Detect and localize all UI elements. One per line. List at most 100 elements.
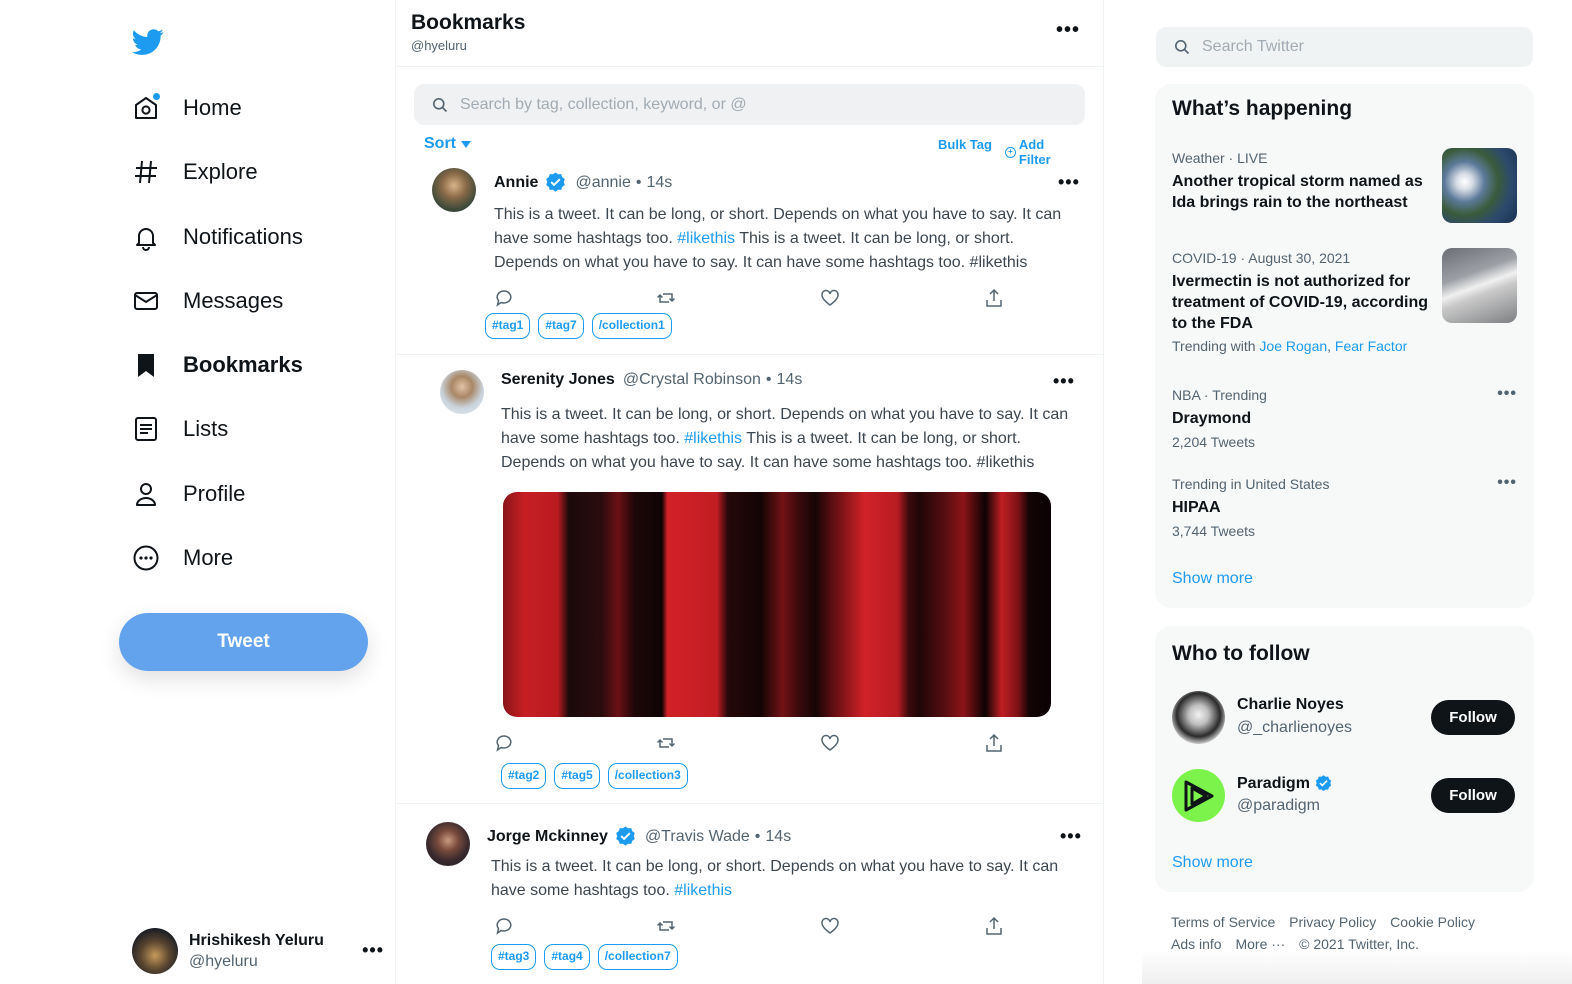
tweet-button[interactable]: Tweet [119, 613, 368, 671]
show-more-trends-link[interactable]: Show more [1172, 570, 1253, 588]
tweet-author-name[interactable]: Serenity Jones [501, 371, 615, 389]
reply-icon[interactable] [494, 288, 514, 308]
tag-chip[interactable]: #tag7 [538, 313, 584, 339]
footer-link[interactable]: Terms of Service [1171, 911, 1275, 933]
tweet-time[interactable]: 14s [765, 828, 791, 846]
tweet-time[interactable]: 14s [646, 174, 672, 192]
trend-item[interactable]: COVID-19 · August 30, 2021 Ivermectin is… [1172, 248, 1517, 362]
nav-messages[interactable]: Messages [132, 281, 283, 321]
tweet-author-avatar[interactable] [432, 168, 476, 212]
retweet-icon[interactable] [656, 916, 676, 936]
bookmark-search-bar[interactable] [414, 84, 1085, 125]
nav-explore[interactable]: Explore [132, 152, 258, 192]
weather-satellite-thumbnail[interactable] [1442, 148, 1517, 223]
nav-home-label: Home [183, 95, 242, 120]
trend-item[interactable]: NBA · Trending Draymond 2,204 Tweets ••• [1172, 385, 1517, 451]
tweet-more-icon[interactable]: ••• [1060, 826, 1082, 847]
trend-link[interactable]: Fear Factor [1335, 338, 1407, 354]
tweet-header: Annie @annie • 14s [494, 171, 672, 194]
paradigm-logo-avatar[interactable] [1172, 769, 1225, 822]
tag-chip[interactable]: #tag4 [544, 944, 590, 970]
bookmark-search-input[interactable] [460, 95, 1060, 114]
tweet-tags: #tag2 #tag5 /collection3 [501, 763, 688, 789]
account-name: Hrishikesh Yeluru [189, 931, 324, 949]
tweet-more-icon[interactable]: ••• [1053, 371, 1075, 392]
trend-title: Ivermectin is not authorized for treatme… [1172, 273, 1429, 332]
sort-dropdown[interactable]: Sort [424, 135, 471, 153]
tweet-handle[interactable]: @annie [575, 174, 630, 192]
suggested-user-handle: @_charlienoyes [1237, 719, 1352, 736]
nav-more[interactable]: More [132, 538, 233, 578]
trend-link[interactable]: Joe Rogan [1259, 338, 1327, 354]
share-icon[interactable] [984, 733, 1004, 753]
trend-more-icon[interactable]: ••• [1497, 474, 1517, 492]
tag-chip[interactable]: #tag3 [491, 944, 537, 970]
twitter-search-bar[interactable] [1156, 27, 1533, 67]
collection-chip[interactable]: /collection7 [597, 944, 678, 970]
like-heart-icon[interactable] [820, 733, 840, 753]
nav-notifications[interactable]: Notifications [132, 217, 303, 257]
nav-profile[interactable]: Profile [132, 474, 245, 514]
twitter-logo-icon[interactable] [132, 26, 164, 58]
reply-icon[interactable] [494, 916, 514, 936]
account-more-icon[interactable]: ••• [362, 940, 384, 961]
footer-link[interactable]: Cookie Policy [1390, 911, 1475, 933]
suggested-user-name: Paradigm [1237, 774, 1310, 792]
tweet-time[interactable]: 14s [777, 371, 803, 389]
tweet-media-image[interactable] [503, 492, 1051, 717]
more-circle-icon [132, 544, 160, 572]
share-icon[interactable] [984, 288, 1004, 308]
account-switcher[interactable]: Hrishikesh Yeluru @hyeluru ••• [132, 926, 384, 976]
retweet-icon[interactable] [656, 733, 676, 753]
tag-chip[interactable]: #tag1 [485, 313, 531, 339]
paradigm-logo-icon [1184, 780, 1213, 811]
tweet-author-name[interactable]: Jorge Mckinney [487, 828, 608, 846]
hashtag-link[interactable]: #likethis [674, 882, 732, 899]
tweet-author-avatar[interactable] [440, 370, 484, 414]
nav-lists[interactable]: Lists [132, 409, 228, 449]
follow-button[interactable]: Follow [1431, 700, 1515, 735]
share-icon[interactable] [984, 916, 1004, 936]
header-more-icon[interactable]: ••• [1056, 19, 1080, 42]
twitter-app: Home Explore Notifications Messages Book… [0, 0, 1572, 984]
trending-with: Trending with Joe Rogan, Fear Factor [1172, 338, 1408, 354]
tweet-text: This is a tweet. It can be long, or shor… [491, 855, 1066, 903]
suggested-user-avatar[interactable] [1172, 691, 1225, 744]
trend-item[interactable]: Trending in United States HIPAA 3,744 Tw… [1172, 474, 1517, 540]
footer-link[interactable]: Privacy Policy [1289, 911, 1376, 933]
tweet-author-avatar[interactable] [426, 822, 470, 866]
follow-suggestion[interactable]: Paradigm @paradigm Follow [1172, 769, 1517, 823]
show-more-follow-link[interactable]: Show more [1172, 854, 1253, 872]
trend-title: Another tropical storm named as Ida brin… [1172, 173, 1423, 211]
bulk-tag-button[interactable]: Bulk Tag [938, 137, 992, 152]
hashtag-link[interactable]: #likethis [684, 430, 742, 447]
tweet-handle[interactable]: @Travis Wade [645, 828, 750, 846]
trend-item[interactable]: Weather · LIVE Another tropical storm na… [1172, 148, 1517, 230]
tweet-author-name[interactable]: Annie [494, 174, 538, 192]
nav-home[interactable]: Home [132, 88, 242, 128]
medicine-box-thumbnail[interactable] [1442, 248, 1517, 323]
sort-label: Sort [424, 135, 456, 152]
retweet-icon[interactable] [656, 288, 676, 308]
reply-icon[interactable] [494, 733, 514, 753]
collection-chip[interactable]: /collection3 [607, 763, 688, 789]
add-filter-label: Add Filter [1018, 137, 1051, 167]
follow-button[interactable]: Follow [1431, 778, 1515, 813]
tag-chip[interactable]: #tag5 [554, 763, 600, 789]
tag-chip[interactable]: #tag2 [501, 763, 547, 789]
tweet-more-icon[interactable]: ••• [1058, 172, 1080, 193]
hashtag-link[interactable]: #likethis [677, 230, 735, 247]
trend-more-icon[interactable]: ••• [1497, 385, 1517, 403]
like-heart-icon[interactable] [820, 288, 840, 308]
follow-suggestion[interactable]: Charlie Noyes @_charlienoyes Follow [1172, 691, 1517, 745]
account-handle: @hyeluru [189, 952, 258, 970]
nav-bookmarks[interactable]: Bookmarks [132, 345, 303, 385]
tweet-header: Jorge Mckinney @Travis Wade • 14s [487, 825, 791, 848]
add-filter-button[interactable]: + Add Filter [1005, 137, 1079, 167]
suggested-user-name[interactable]: Charlie Noyes [1237, 696, 1344, 714]
collection-chip[interactable]: /collection1 [591, 313, 672, 339]
like-heart-icon[interactable] [820, 916, 840, 936]
twitter-search-input[interactable] [1202, 38, 1522, 56]
tweet-handle[interactable]: @Crystal Robinson [623, 371, 761, 389]
suggested-user-name-row[interactable]: Paradigm [1237, 774, 1333, 793]
